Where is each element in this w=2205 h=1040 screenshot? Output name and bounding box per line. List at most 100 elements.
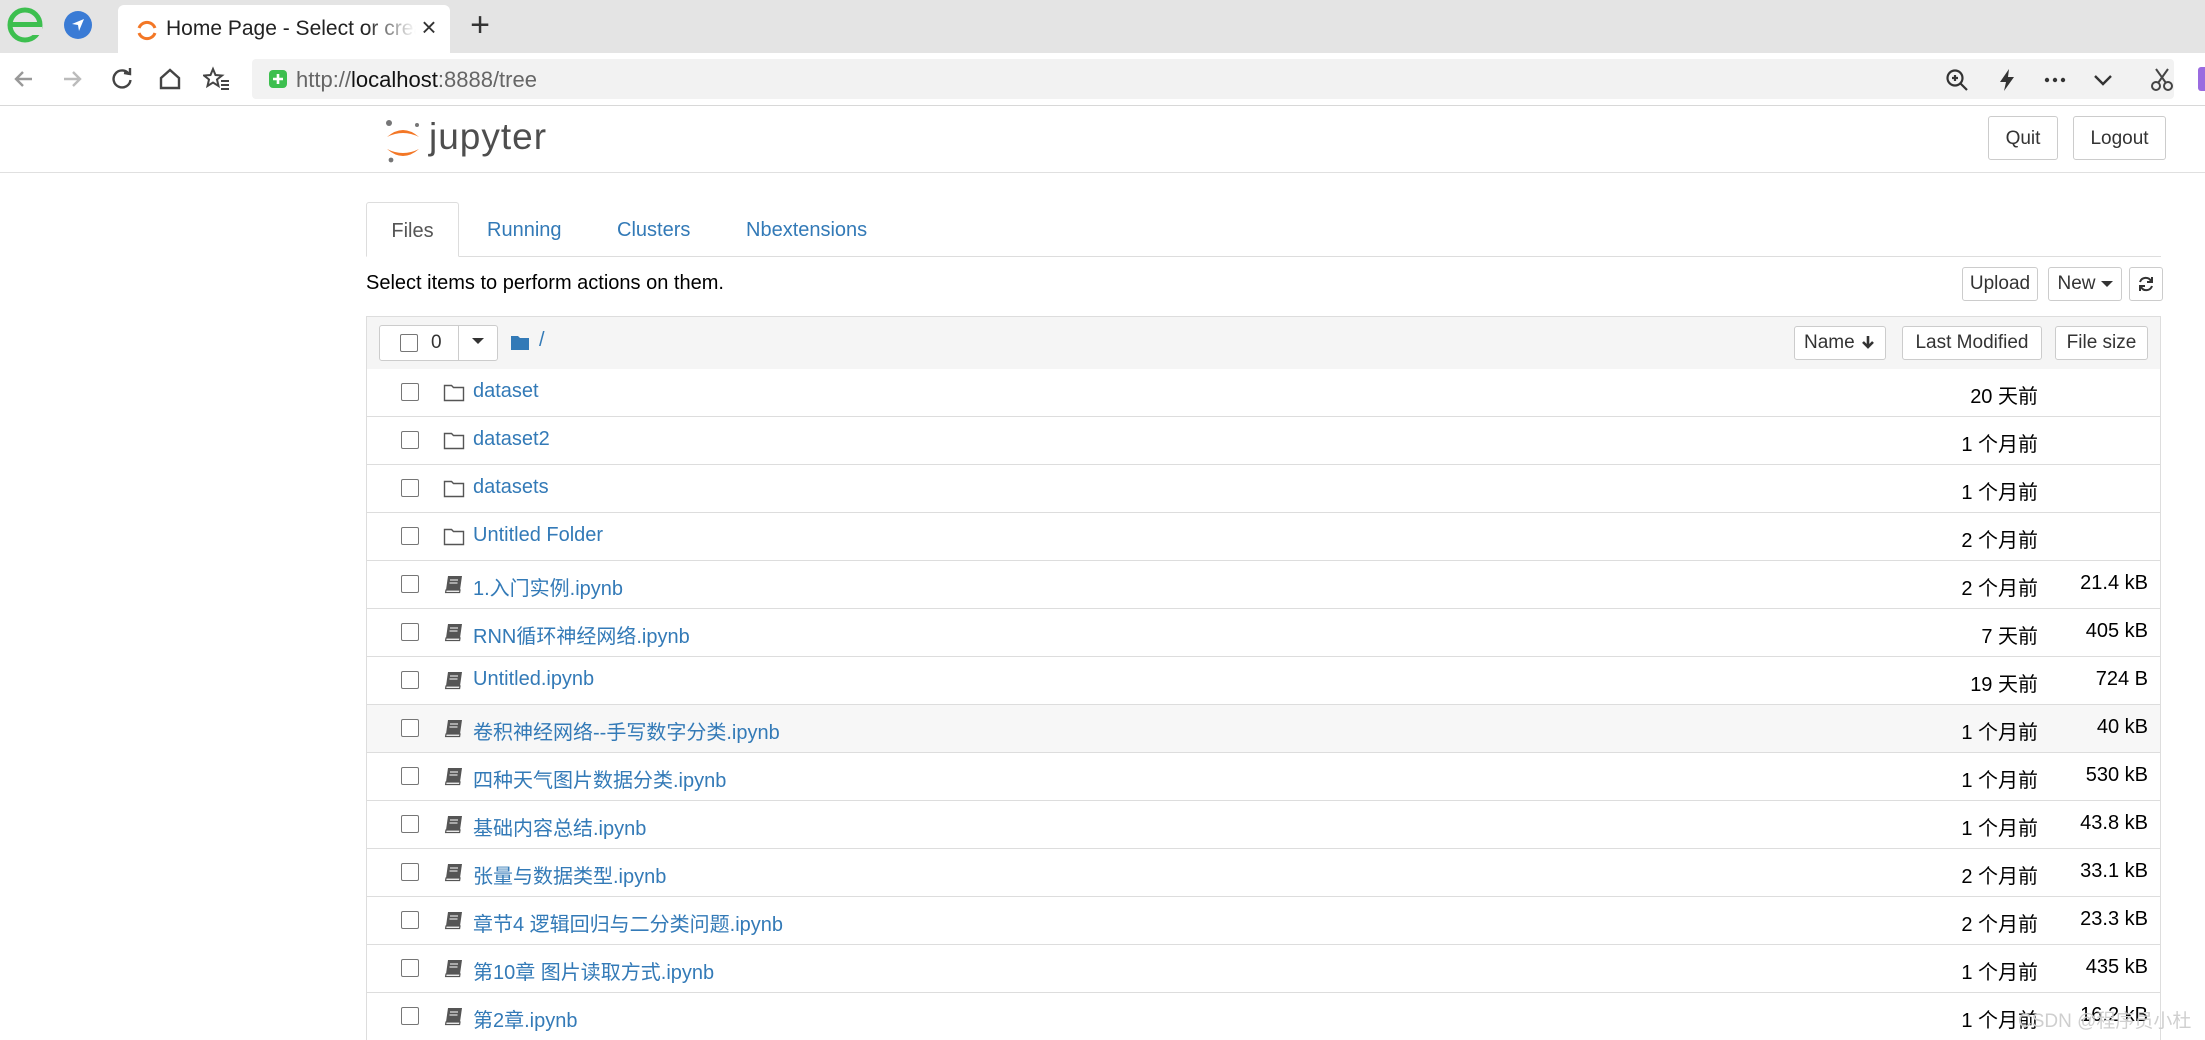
tab-clusters[interactable]: Clusters — [617, 202, 690, 256]
item-file-size: 21.4 kB — [2080, 572, 2148, 594]
favorites-list-icon[interactable] — [203, 65, 231, 93]
sort-by-last-modified-button[interactable]: Last Modified — [1902, 326, 2042, 360]
file-list-item[interactable]: dataset 20 天前 — [367, 369, 2160, 417]
refresh-button[interactable] — [2129, 267, 2163, 301]
notebook-icon — [444, 864, 462, 882]
extension-icon[interactable] — [2198, 67, 2205, 91]
folder-icon — [443, 528, 465, 546]
file-list-item[interactable]: 四种天气图片数据分类.ipynb 1 个月前 530 kB — [367, 753, 2160, 801]
home-icon[interactable] — [156, 65, 184, 93]
item-name-link[interactable]: dataset2 — [473, 428, 550, 451]
item-name-link[interactable]: 1.入门实例.ipynb — [473, 572, 623, 601]
file-list-item[interactable]: 第2章.ipynb 1 个月前 16.2 kB — [367, 993, 2160, 1040]
item-checkbox[interactable] — [401, 863, 419, 881]
item-checkbox[interactable] — [401, 383, 419, 401]
item-checkbox[interactable] — [401, 431, 419, 449]
forward-arrow-icon[interactable] — [58, 65, 86, 93]
item-file-size: 33.1 kB — [2080, 860, 2148, 882]
arrow-down-icon — [1862, 336, 1874, 349]
item-name-link[interactable]: 张量与数据类型.ipynb — [473, 860, 666, 889]
item-last-modified: 1 个月前 — [1961, 482, 2038, 504]
tab-close-icon[interactable]: × — [416, 14, 442, 40]
more-options-icon[interactable] — [2042, 67, 2068, 93]
item-name-link[interactable]: datasets — [473, 476, 549, 499]
new-dropdown-button[interactable]: New — [2048, 267, 2122, 301]
breadcrumb[interactable]: / — [539, 329, 545, 352]
item-name-link[interactable]: 第2章.ipynb — [473, 1004, 578, 1033]
upload-button[interactable]: Upload — [1962, 267, 2038, 301]
item-checkbox[interactable] — [401, 479, 419, 497]
item-name-link[interactable]: 卷积神经网络--手写数字分类.ipynb — [473, 716, 780, 745]
new-tab-icon[interactable]: + — [463, 8, 497, 42]
item-last-modified: 7 天前 — [1981, 626, 2038, 648]
select-all-checkbox[interactable] — [400, 334, 418, 352]
item-checkbox[interactable] — [401, 575, 419, 593]
item-last-modified: 1 个月前 — [1961, 434, 2038, 456]
address-bar[interactable]: http://localhost:8888/tree — [252, 59, 2174, 99]
file-list-item[interactable]: 张量与数据类型.ipynb 2 个月前 33.1 kB — [367, 849, 2160, 897]
item-name-link[interactable]: RNN循环神经网络.ipynb — [473, 620, 690, 649]
quit-button[interactable]: Quit — [1988, 116, 2058, 160]
file-list-item[interactable]: 第10章 图片读取方式.ipynb 1 个月前 435 kB — [367, 945, 2160, 993]
item-last-modified: 20 天前 — [1970, 386, 2038, 408]
browser-logo-icon[interactable] — [6, 6, 44, 44]
file-list-item[interactable]: 卷积神经网络--手写数字分类.ipynb 1 个月前 40 kB — [367, 705, 2160, 753]
zoom-icon[interactable] — [1944, 67, 1970, 93]
file-list-item[interactable]: dataset2 1 个月前 — [367, 417, 2160, 465]
folder-icon — [443, 432, 465, 450]
tab-files[interactable]: Files — [366, 202, 459, 257]
lightning-icon[interactable] — [1994, 67, 2020, 93]
item-name-link[interactable]: 四种天气图片数据分类.ipynb — [473, 764, 726, 793]
back-arrow-icon[interactable] — [10, 65, 38, 93]
tab-nbextensions[interactable]: Nbextensions — [746, 202, 867, 256]
item-checkbox[interactable] — [401, 719, 419, 737]
tab-running[interactable]: Running — [487, 202, 562, 256]
browser-tab-active[interactable]: Home Page - Select or create a notebook … — [118, 5, 450, 53]
item-checkbox[interactable] — [401, 959, 419, 977]
file-list-item[interactable]: RNN循环神经网络.ipynb 7 天前 405 kB — [367, 609, 2160, 657]
jupyter-favicon-icon — [137, 20, 157, 41]
item-checkbox[interactable] — [401, 815, 419, 833]
file-list-item[interactable]: 章节4 逻辑回归与二分类问题.ipynb 2 个月前 23.3 kB — [367, 897, 2160, 945]
file-list-item[interactable]: datasets 1 个月前 — [367, 465, 2160, 513]
item-checkbox[interactable] — [401, 767, 419, 785]
reload-icon[interactable] — [108, 65, 136, 93]
file-list-item[interactable]: Untitled.ipynb 19 天前 724 B — [367, 657, 2160, 705]
select-all-button[interactable]: 0 — [379, 325, 459, 361]
item-last-modified: 2 个月前 — [1961, 914, 2038, 936]
folder-icon — [443, 384, 465, 402]
file-list-item[interactable]: 1.入门实例.ipynb 2 个月前 21.4 kB — [367, 561, 2160, 609]
file-list-item[interactable]: Untitled Folder 2 个月前 — [367, 513, 2160, 561]
folder-icon[interactable] — [510, 333, 530, 351]
item-last-modified: 1 个月前 — [1961, 722, 2038, 744]
sort-by-name-button[interactable]: Name — [1794, 326, 1886, 360]
caret-down-icon — [2100, 280, 2113, 287]
item-file-size: 43.8 kB — [2080, 812, 2148, 834]
item-name-link[interactable]: dataset — [473, 380, 539, 403]
item-last-modified: 19 天前 — [1970, 674, 2038, 696]
item-checkbox[interactable] — [401, 911, 419, 929]
chevron-down-icon[interactable] — [2090, 67, 2116, 93]
logout-button[interactable]: Logout — [2073, 116, 2166, 160]
item-name-link[interactable]: Untitled.ipynb — [473, 668, 594, 691]
item-checkbox[interactable] — [401, 623, 419, 641]
sort-by-file-size-button[interactable]: File size — [2055, 326, 2148, 360]
item-checkbox[interactable] — [401, 671, 419, 689]
jupyter-logo[interactable]: jupyter — [383, 114, 563, 168]
pinned-tab-icon[interactable] — [64, 11, 92, 39]
scissors-icon[interactable] — [2148, 65, 2176, 93]
jupyter-page: jupyter Quit Logout Files Running Cluste… — [0, 106, 2205, 1040]
url-text[interactable]: http://localhost:8888/tree — [296, 67, 537, 93]
jupyter-header: jupyter Quit Logout — [0, 106, 2205, 173]
item-name-link[interactable]: 章节4 逻辑回归与二分类问题.ipynb — [473, 908, 783, 937]
item-name-link[interactable]: 基础内容总结.ipynb — [473, 812, 646, 841]
item-checkbox[interactable] — [401, 527, 419, 545]
item-last-modified: 2 个月前 — [1961, 866, 2038, 888]
notebook-icon — [444, 960, 462, 978]
select-dropdown-button[interactable] — [458, 325, 498, 361]
folder-icon — [443, 480, 465, 498]
item-checkbox[interactable] — [401, 1007, 419, 1025]
file-list-item[interactable]: 基础内容总结.ipynb 1 个月前 43.8 kB — [367, 801, 2160, 849]
item-name-link[interactable]: Untitled Folder — [473, 524, 603, 547]
item-name-link[interactable]: 第10章 图片读取方式.ipynb — [473, 956, 714, 985]
